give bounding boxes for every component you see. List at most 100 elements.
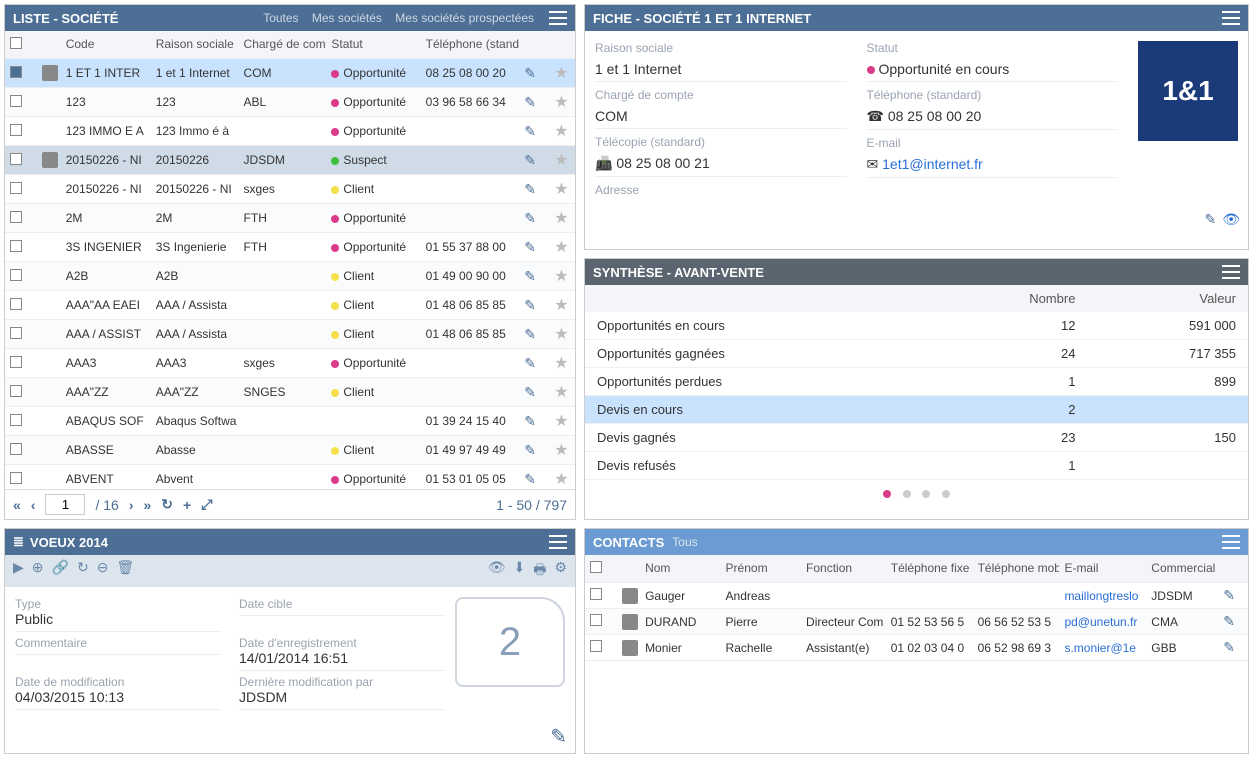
- edit-icon[interactable]: ✎: [524, 413, 536, 429]
- col-prenom[interactable]: Prénom: [721, 555, 801, 583]
- star-icon[interactable]: ★: [554, 65, 568, 82]
- row-checkbox[interactable]: [10, 124, 22, 136]
- table-row[interactable]: AAA / ASSISTAAA / AssistaClient01 48 06 …: [5, 320, 575, 349]
- row-checkbox[interactable]: [10, 443, 22, 455]
- table-row[interactable]: MonierRachelleAssistant(e)01 02 03 04 00…: [585, 635, 1248, 661]
- edit-icon[interactable]: ✎: [524, 471, 536, 487]
- table-row[interactable]: 2M2MFTHOpportunité✎★: [5, 204, 575, 233]
- plus-circle-icon[interactable]: ⊕: [32, 559, 44, 583]
- star-icon[interactable]: ★: [554, 123, 568, 140]
- col-email[interactable]: E-mail: [1059, 555, 1146, 583]
- row-checkbox[interactable]: [10, 153, 22, 165]
- col-charge[interactable]: Chargé de compte: [239, 31, 327, 59]
- edit-icon[interactable]: ✎: [524, 326, 536, 342]
- star-icon[interactable]: ★: [554, 152, 568, 169]
- col-fonction[interactable]: Fonction: [801, 555, 886, 583]
- edit-icon[interactable]: ✎: [1223, 639, 1235, 655]
- col-commercial[interactable]: Commercial: [1146, 555, 1218, 583]
- print-icon[interactable]: 🖶: [533, 559, 546, 583]
- edit-icon[interactable]: ✎: [524, 384, 536, 400]
- row-checkbox[interactable]: [10, 356, 22, 368]
- play-icon[interactable]: ▶: [13, 559, 24, 583]
- last-page-icon[interactable]: »: [144, 497, 152, 513]
- prev-page-icon[interactable]: ‹: [31, 497, 36, 513]
- first-page-icon[interactable]: «: [13, 497, 21, 513]
- dot-4[interactable]: [942, 490, 950, 498]
- table-row[interactable]: A2BA2BClient01 49 00 90 00✎★: [5, 262, 575, 291]
- edit-icon[interactable]: ✎: [524, 94, 536, 110]
- email-link[interactable]: pd@unetun.fr: [1064, 615, 1137, 629]
- table-row[interactable]: AAA3AAA3sxgesOpportunité✎★: [5, 349, 575, 378]
- star-icon[interactable]: ★: [554, 384, 568, 401]
- star-icon[interactable]: ★: [554, 442, 568, 459]
- edit-icon[interactable]: ✎: [524, 297, 536, 313]
- col-telmob[interactable]: Téléphone mobile: [973, 555, 1060, 583]
- table-row[interactable]: 1 ET 1 INTER1 et 1 InternetCOMOpportunit…: [5, 59, 575, 88]
- edit-icon[interactable]: ✎: [524, 152, 536, 168]
- table-row[interactable]: 20150226 - NI20150226JDSDMSuspect✎★: [5, 146, 575, 175]
- table-row[interactable]: 123 IMMO E A123 Immo é àOpportunité✎★: [5, 117, 575, 146]
- edit-icon[interactable]: ✎: [524, 442, 536, 458]
- star-icon[interactable]: ★: [554, 210, 568, 227]
- page-input[interactable]: [45, 494, 85, 515]
- link-icon[interactable]: 🔗: [52, 559, 69, 583]
- select-all-checkbox[interactable]: [590, 561, 602, 573]
- row-checkbox[interactable]: [10, 385, 22, 397]
- row-checkbox[interactable]: [590, 614, 602, 626]
- edit-icon[interactable]: ✎: [524, 239, 536, 255]
- eye-icon[interactable]: 👁: [488, 559, 506, 583]
- select-all-checkbox[interactable]: [10, 37, 22, 49]
- next-page-icon[interactable]: ›: [129, 497, 134, 513]
- star-icon[interactable]: ★: [554, 471, 568, 488]
- table-row[interactable]: Opportunités perdues1899: [585, 368, 1248, 396]
- download-icon[interactable]: ⬇: [513, 559, 525, 583]
- table-row[interactable]: Opportunités gagnées24717 355: [585, 340, 1248, 368]
- table-row[interactable]: ABAQUS SOFAbaqus Softwa01 39 24 15 40✎★: [5, 407, 575, 436]
- table-row[interactable]: Devis refusés1: [585, 452, 1248, 480]
- table-row[interactable]: GaugerAndreasmaillongtresloJDSDM✎: [585, 583, 1248, 609]
- hamburger-icon[interactable]: [549, 535, 567, 549]
- star-icon[interactable]: ★: [554, 94, 568, 111]
- table-row[interactable]: 3S INGENIER3S IngenierieFTHOpportunité01…: [5, 233, 575, 262]
- refresh-icon[interactable]: ↻: [161, 496, 173, 513]
- col-raison[interactable]: Raison sociale↑: [151, 31, 239, 59]
- star-icon[interactable]: ★: [554, 239, 568, 256]
- table-row[interactable]: AAA"ZZAAA"ZZSNGESClient✎★: [5, 378, 575, 407]
- sync-icon[interactable]: ↻: [77, 559, 89, 583]
- row-checkbox[interactable]: [10, 95, 22, 107]
- dot-2[interactable]: [903, 490, 911, 498]
- edit-icon[interactable]: ✎: [524, 355, 536, 371]
- trash-icon[interactable]: 🗑: [116, 559, 134, 583]
- table-row[interactable]: Devis gagnés23150: [585, 424, 1248, 452]
- table-row[interactable]: Devis en cours2: [585, 396, 1248, 424]
- hamburger-icon[interactable]: [1222, 11, 1240, 25]
- row-checkbox[interactable]: [10, 269, 22, 281]
- star-icon[interactable]: ★: [554, 181, 568, 198]
- eye-icon[interactable]: 👁: [1222, 211, 1240, 228]
- edit-icon[interactable]: ✎: [524, 268, 536, 284]
- hamburger-icon[interactable]: [1222, 535, 1240, 549]
- star-icon[interactable]: ★: [554, 326, 568, 343]
- edit-icon[interactable]: ✎: [1204, 211, 1216, 228]
- edit-icon[interactable]: ✎: [1223, 613, 1235, 629]
- star-icon[interactable]: ★: [554, 297, 568, 314]
- row-checkbox[interactable]: [10, 182, 22, 194]
- row-checkbox[interactable]: [590, 640, 602, 652]
- edit-icon[interactable]: ✎: [1223, 587, 1235, 603]
- dot-1[interactable]: [883, 490, 891, 498]
- edit-icon[interactable]: ✎: [550, 724, 567, 749]
- hamburger-icon[interactable]: [1222, 265, 1240, 279]
- expand-icon[interactable]: ⤢: [201, 496, 212, 513]
- minus-icon[interactable]: ⊖: [97, 559, 109, 583]
- edit-icon[interactable]: ✎: [524, 181, 536, 197]
- tab-toutes[interactable]: Toutes: [263, 11, 298, 25]
- table-row[interactable]: Opportunités en cours12591 000: [585, 312, 1248, 340]
- table-row[interactable]: DURANDPierreDirecteur Com01 52 53 56 506…: [585, 609, 1248, 635]
- edit-icon[interactable]: ✎: [524, 210, 536, 226]
- row-checkbox[interactable]: [10, 211, 22, 223]
- row-checkbox[interactable]: [590, 588, 602, 600]
- tab-mes-societes-prospectees[interactable]: Mes sociétés prospectées: [395, 11, 534, 25]
- star-icon[interactable]: ★: [554, 413, 568, 430]
- gear-icon[interactable]: ⚙: [554, 559, 567, 583]
- col-tel[interactable]: Téléphone (standard): [421, 31, 520, 59]
